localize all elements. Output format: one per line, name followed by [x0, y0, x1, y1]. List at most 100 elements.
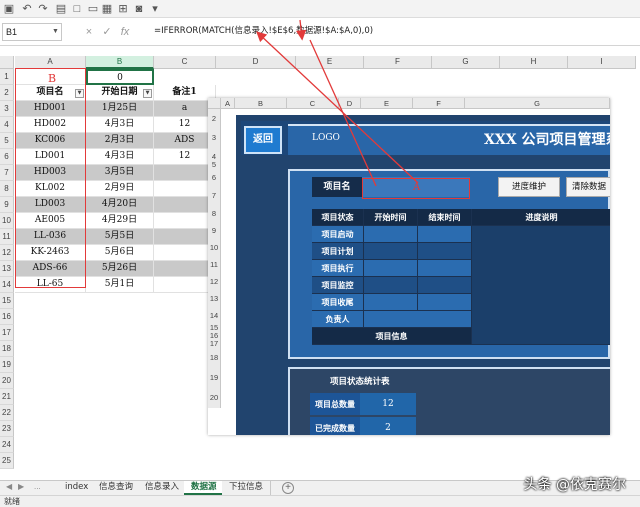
progress-button[interactable]: 进度维护	[498, 177, 560, 197]
column-header-h[interactable]: H	[500, 56, 568, 69]
row-header[interactable]: 14	[0, 277, 14, 293]
camera-icon[interactable]: ◙	[132, 2, 146, 16]
row-header[interactable]: 18	[0, 341, 14, 357]
start-time-cell[interactable]	[364, 226, 418, 243]
cancel-icon[interactable]: ×	[80, 23, 98, 41]
row-header[interactable]: 21	[0, 389, 14, 405]
owner-input[interactable]	[364, 311, 472, 328]
tab-more-icon[interactable]: ...	[34, 482, 41, 491]
column-header-e[interactable]: E	[296, 56, 364, 69]
row-header[interactable]: 8	[0, 181, 14, 197]
column-label[interactable]: 备注1	[154, 85, 216, 101]
end-time-cell[interactable]	[418, 243, 472, 260]
row-header[interactable]: 20	[0, 373, 14, 389]
row-header[interactable]: 15	[0, 293, 14, 309]
row-header[interactable]: 17	[0, 325, 14, 341]
start-time-cell[interactable]	[364, 277, 418, 294]
formula-input[interactable]: =IFERROR(MATCH(信息录入!$E$6,数据源!$A:$A,0),0)	[150, 21, 638, 41]
column-header-c[interactable]: C	[154, 56, 216, 69]
customize-icon[interactable]: ▾	[148, 2, 162, 16]
row-header[interactable]: 10	[0, 213, 14, 229]
cell-start-date[interactable]: 5月6日	[86, 245, 154, 261]
end-time-cell[interactable]	[418, 226, 472, 243]
end-time-cell[interactable]	[418, 277, 472, 294]
cell-note[interactable]	[154, 181, 216, 197]
row-header[interactable]: 22	[0, 405, 14, 421]
save-icon[interactable]: ▣	[2, 2, 16, 16]
column-header-f[interactable]: F	[364, 56, 432, 69]
filter-dropdown-icon[interactable]: ▼	[143, 89, 152, 98]
tab-info-entry[interactable]: 信息录入	[138, 481, 188, 495]
row-header[interactable]: 5	[0, 133, 14, 149]
cell-start-date[interactable]: 4月29日	[86, 213, 154, 229]
column-header-b[interactable]: B	[86, 56, 154, 69]
cell-start-date[interactable]: 5月1日	[86, 277, 154, 293]
open-file-icon[interactable]: ▭	[86, 2, 100, 16]
fx-icon[interactable]: fx	[116, 23, 134, 41]
cell-note[interactable]	[154, 165, 216, 181]
cell-note[interactable]: 12	[154, 117, 216, 133]
column-label[interactable]: 开始日期 ▼	[86, 85, 154, 101]
cell-note[interactable]: a	[154, 101, 216, 117]
end-time-cell[interactable]	[418, 260, 472, 277]
cell-note[interactable]	[154, 213, 216, 229]
row-header[interactable]: 23	[0, 421, 14, 437]
add-sheet-icon[interactable]: +	[282, 482, 294, 494]
cell-start-date[interactable]: 5月26日	[86, 261, 154, 277]
cell-note[interactable]	[154, 229, 216, 245]
row-header[interactable]: 2	[0, 85, 14, 101]
start-time-cell[interactable]	[364, 260, 418, 277]
print-icon[interactable]: ▤	[54, 2, 68, 16]
tab-next-icon[interactable]: ▶	[18, 482, 24, 491]
end-time-cell[interactable]	[418, 294, 472, 311]
cell-start-date[interactable]: 4月20日	[86, 197, 154, 213]
tab-info-query[interactable]: 信息查询	[92, 481, 142, 495]
tab-index[interactable]: index	[58, 481, 97, 495]
cell-note[interactable]	[154, 197, 216, 213]
cell-start-date[interactable]: 4月3日	[86, 149, 154, 165]
row-header[interactable]: 7	[0, 165, 14, 181]
column-header-i[interactable]: I	[568, 56, 636, 69]
redo-icon[interactable]: ↷	[36, 2, 50, 16]
cell-note[interactable]: ADS	[154, 133, 216, 149]
confirm-icon[interactable]: ✓	[98, 23, 116, 41]
column-header-d[interactable]: D	[216, 56, 296, 69]
row-header[interactable]: 19	[0, 357, 14, 373]
row-header[interactable]: 13	[0, 261, 14, 277]
cell-start-date[interactable]: 2月3日	[86, 133, 154, 149]
row-header[interactable]: 16	[0, 309, 14, 325]
row-header[interactable]: 4	[0, 117, 14, 133]
cell-b1[interactable]: 0	[86, 69, 154, 85]
tab-data-source[interactable]: 数据源	[184, 481, 225, 495]
start-time-cell[interactable]	[364, 294, 418, 311]
start-time-cell[interactable]	[364, 243, 418, 260]
row-header[interactable]: 3	[0, 101, 14, 117]
chevron-down-icon[interactable]: ▼	[52, 23, 59, 41]
image-icon[interactable]: ▦	[100, 2, 114, 16]
row-header[interactable]: 1	[0, 69, 14, 85]
row-header[interactable]: 24	[0, 437, 14, 453]
cell-note[interactable]	[154, 277, 216, 293]
row-header[interactable]: 12	[0, 245, 14, 261]
column-header-g[interactable]: G	[432, 56, 500, 69]
row-header[interactable]: 6	[0, 149, 14, 165]
tab-prev-icon[interactable]: ◀	[6, 482, 12, 491]
new-file-icon[interactable]: □	[70, 2, 84, 16]
cell-start-date[interactable]: 2月9日	[86, 181, 154, 197]
clear-button[interactable]: 清除数据	[566, 177, 610, 197]
table-icon[interactable]: ⊞	[116, 2, 130, 16]
row-header[interactable]: 25	[0, 453, 14, 469]
select-all-corner[interactable]	[0, 56, 14, 69]
cell-note[interactable]: 12	[154, 149, 216, 165]
cell-start-date[interactable]: 3月5日	[86, 165, 154, 181]
tab-dropdown-info[interactable]: 下拉信息	[222, 481, 272, 495]
cell-start-date[interactable]: 4月3日	[86, 117, 154, 133]
cell-note[interactable]	[154, 245, 216, 261]
row-header[interactable]: 9	[0, 197, 14, 213]
back-button[interactable]: 返回	[244, 126, 282, 154]
undo-icon[interactable]: ↶	[20, 2, 34, 16]
row-header[interactable]: 11	[0, 229, 14, 245]
cell-start-date[interactable]: 5月5日	[86, 229, 154, 245]
cell-note[interactable]	[154, 261, 216, 277]
cell-start-date[interactable]: 1月25日	[86, 101, 154, 117]
